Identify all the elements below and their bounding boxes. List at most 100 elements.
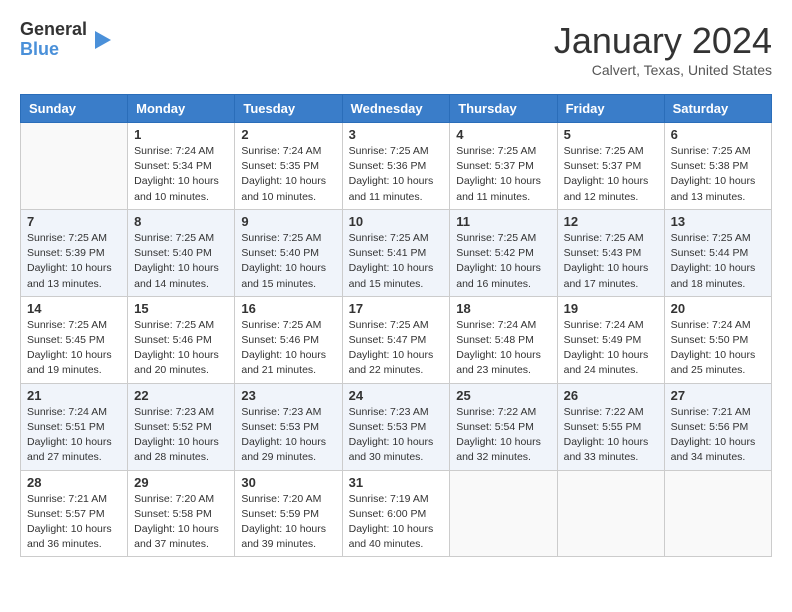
day-info: Sunrise: 7:25 AMSunset: 5:47 PMDaylight:…	[349, 318, 444, 379]
day-info: Sunrise: 7:20 AMSunset: 5:58 PMDaylight:…	[134, 492, 228, 553]
calendar-day-cell: 12Sunrise: 7:25 AMSunset: 5:43 PMDayligh…	[557, 209, 664, 296]
weekday-header-monday: Monday	[128, 95, 235, 123]
weekday-header-saturday: Saturday	[664, 95, 771, 123]
calendar-day-cell: 29 Sunrise: 7:20 AMSunset: 5:58 PMDayligh…	[128, 470, 235, 557]
day-info: Sunrise: 7:21 AMSunset: 5:57 PMDaylight:…	[27, 492, 121, 553]
day-info: Sunrise: 7:25 AMSunset: 5:42 PMDaylight:…	[456, 231, 550, 292]
calendar-day-cell: 2Sunrise: 7:24 AMSunset: 5:35 PMDaylight…	[235, 123, 342, 210]
day-info: Sunrise: 7:24 AMSunset: 5:35 PMDaylight:…	[241, 144, 335, 205]
day-number: 9	[241, 214, 335, 229]
day-number: 20	[671, 301, 765, 316]
day-info: Sunrise: 7:25 AMSunset: 5:46 PMDaylight:…	[241, 318, 335, 379]
calendar-day-cell: 14 Sunrise: 7:25 AMSunset: 5:45 PMDayligh…	[21, 296, 128, 383]
calendar-day-cell: 10Sunrise: 7:25 AMSunset: 5:41 PMDayligh…	[342, 209, 450, 296]
day-number: 7	[27, 214, 121, 229]
day-number: 28	[27, 475, 121, 490]
calendar-table: SundayMondayTuesdayWednesdayThursdayFrid…	[20, 94, 772, 557]
calendar-day-cell	[557, 470, 664, 557]
day-info: Sunrise: 7:25 AMSunset: 5:45 PMDaylight:…	[27, 318, 121, 379]
day-number: 16	[241, 301, 335, 316]
day-number: 8	[134, 214, 228, 229]
day-number: 22	[134, 388, 228, 403]
header: General Blue January 2024 Calvert, Texas…	[20, 20, 772, 78]
weekday-header-row: SundayMondayTuesdayWednesdayThursdayFrid…	[21, 95, 772, 123]
calendar-day-cell: 9 Sunrise: 7:25 AMSunset: 5:40 PMDaylight…	[235, 209, 342, 296]
calendar-day-cell: 28 Sunrise: 7:21 AMSunset: 5:57 PMDayligh…	[21, 470, 128, 557]
day-info: Sunrise: 7:25 AMSunset: 5:39 PMDaylight:…	[27, 231, 121, 292]
day-number: 30	[241, 475, 335, 490]
calendar-day-cell: 8 Sunrise: 7:25 AMSunset: 5:40 PMDaylight…	[128, 209, 235, 296]
day-number: 4	[456, 127, 550, 142]
day-number: 15	[134, 301, 228, 316]
logo-icon	[93, 29, 113, 51]
day-number: 3	[349, 127, 444, 142]
day-info: Sunrise: 7:24 AMSunset: 5:50 PMDaylight:…	[671, 318, 765, 379]
day-info: Sunrise: 7:25 AMSunset: 5:37 PMDaylight:…	[456, 144, 550, 205]
calendar-day-cell: 7 Sunrise: 7:25 AMSunset: 5:39 PMDaylight…	[21, 209, 128, 296]
calendar-day-cell: 4 Sunrise: 7:25 AMSunset: 5:37 PMDaylight…	[450, 123, 557, 210]
calendar-day-cell: 21 Sunrise: 7:24 AMSunset: 5:51 PMDayligh…	[21, 383, 128, 470]
calendar-day-cell: 18Sunrise: 7:24 AMSunset: 5:48 PMDayligh…	[450, 296, 557, 383]
calendar-day-cell	[21, 123, 128, 210]
calendar-day-cell	[664, 470, 771, 557]
day-info: Sunrise: 7:22 AMSunset: 5:55 PMDaylight:…	[564, 405, 658, 466]
calendar-week-row: 7 Sunrise: 7:25 AMSunset: 5:39 PMDaylight…	[21, 209, 772, 296]
day-info: Sunrise: 7:19 AMSunset: 6:00 PMDaylight:…	[349, 492, 444, 553]
day-info: Sunrise: 7:24 AMSunset: 5:48 PMDaylight:…	[456, 318, 550, 379]
day-number: 12	[564, 214, 658, 229]
calendar-day-cell: 24 Sunrise: 7:23 AMSunset: 5:53 PMDayligh…	[342, 383, 450, 470]
calendar-week-row: 14 Sunrise: 7:25 AMSunset: 5:45 PMDayligh…	[21, 296, 772, 383]
calendar-day-cell: 15 Sunrise: 7:25 AMSunset: 5:46 PMDayligh…	[128, 296, 235, 383]
day-info: Sunrise: 7:24 AMSunset: 5:51 PMDaylight:…	[27, 405, 121, 466]
title-area: January 2024 Calvert, Texas, United Stat…	[554, 20, 772, 78]
calendar-day-cell: 6 Sunrise: 7:25 AMSunset: 5:38 PMDaylight…	[664, 123, 771, 210]
calendar-day-cell: 23 Sunrise: 7:23 AMSunset: 5:53 PMDayligh…	[235, 383, 342, 470]
day-number: 29	[134, 475, 228, 490]
calendar-day-cell: 20 Sunrise: 7:24 AMSunset: 5:50 PMDayligh…	[664, 296, 771, 383]
calendar-day-cell: 27 Sunrise: 7:21 AMSunset: 5:56 PMDayligh…	[664, 383, 771, 470]
day-number: 27	[671, 388, 765, 403]
calendar-day-cell: 31 Sunrise: 7:19 AMSunset: 6:00 PMDayligh…	[342, 470, 450, 557]
location-subtitle: Calvert, Texas, United States	[554, 62, 772, 78]
day-info: Sunrise: 7:25 AMSunset: 5:44 PMDaylight:…	[671, 231, 765, 292]
weekday-header-wednesday: Wednesday	[342, 95, 450, 123]
day-number: 31	[349, 475, 444, 490]
day-info: Sunrise: 7:21 AMSunset: 5:56 PMDaylight:…	[671, 405, 765, 466]
day-number: 17	[349, 301, 444, 316]
calendar-week-row: 21 Sunrise: 7:24 AMSunset: 5:51 PMDayligh…	[21, 383, 772, 470]
day-number: 10	[349, 214, 444, 229]
day-number: 14	[27, 301, 121, 316]
day-info: Sunrise: 7:25 AMSunset: 5:40 PMDaylight:…	[241, 231, 335, 292]
day-number: 13	[671, 214, 765, 229]
weekday-header-sunday: Sunday	[21, 95, 128, 123]
day-number: 21	[27, 388, 121, 403]
day-info: Sunrise: 7:20 AMSunset: 5:59 PMDaylight:…	[241, 492, 335, 553]
calendar-day-cell: 11 Sunrise: 7:25 AMSunset: 5:42 PMDayligh…	[450, 209, 557, 296]
logo-blue: Blue	[20, 40, 87, 60]
day-number: 11	[456, 214, 550, 229]
day-info: Sunrise: 7:23 AMSunset: 5:53 PMDaylight:…	[349, 405, 444, 466]
day-number: 23	[241, 388, 335, 403]
day-info: Sunrise: 7:23 AMSunset: 5:53 PMDaylight:…	[241, 405, 335, 466]
weekday-header-tuesday: Tuesday	[235, 95, 342, 123]
day-number: 19	[564, 301, 658, 316]
calendar-day-cell	[450, 470, 557, 557]
day-info: Sunrise: 7:22 AMSunset: 5:54 PMDaylight:…	[456, 405, 550, 466]
day-info: Sunrise: 7:25 AMSunset: 5:38 PMDaylight:…	[671, 144, 765, 205]
calendar-day-cell: 5Sunrise: 7:25 AMSunset: 5:37 PMDaylight…	[557, 123, 664, 210]
calendar-day-cell: 3 Sunrise: 7:25 AMSunset: 5:36 PMDaylight…	[342, 123, 450, 210]
day-info: Sunrise: 7:23 AMSunset: 5:52 PMDaylight:…	[134, 405, 228, 466]
day-number: 1	[134, 127, 228, 142]
day-info: Sunrise: 7:25 AMSunset: 5:40 PMDaylight:…	[134, 231, 228, 292]
day-info: Sunrise: 7:25 AMSunset: 5:46 PMDaylight:…	[134, 318, 228, 379]
day-number: 5	[564, 127, 658, 142]
day-number: 25	[456, 388, 550, 403]
day-info: Sunrise: 7:25 AMSunset: 5:36 PMDaylight:…	[349, 144, 444, 205]
calendar-day-cell: 17 Sunrise: 7:25 AMSunset: 5:47 PMDayligh…	[342, 296, 450, 383]
day-number: 24	[349, 388, 444, 403]
day-info: Sunrise: 7:24 AMSunset: 5:34 PMDaylight:…	[134, 144, 228, 205]
day-info: Sunrise: 7:24 AMSunset: 5:49 PMDaylight:…	[564, 318, 658, 379]
day-number: 6	[671, 127, 765, 142]
logo-general: General	[20, 20, 87, 40]
calendar-day-cell: 19 Sunrise: 7:24 AMSunset: 5:49 PMDayligh…	[557, 296, 664, 383]
